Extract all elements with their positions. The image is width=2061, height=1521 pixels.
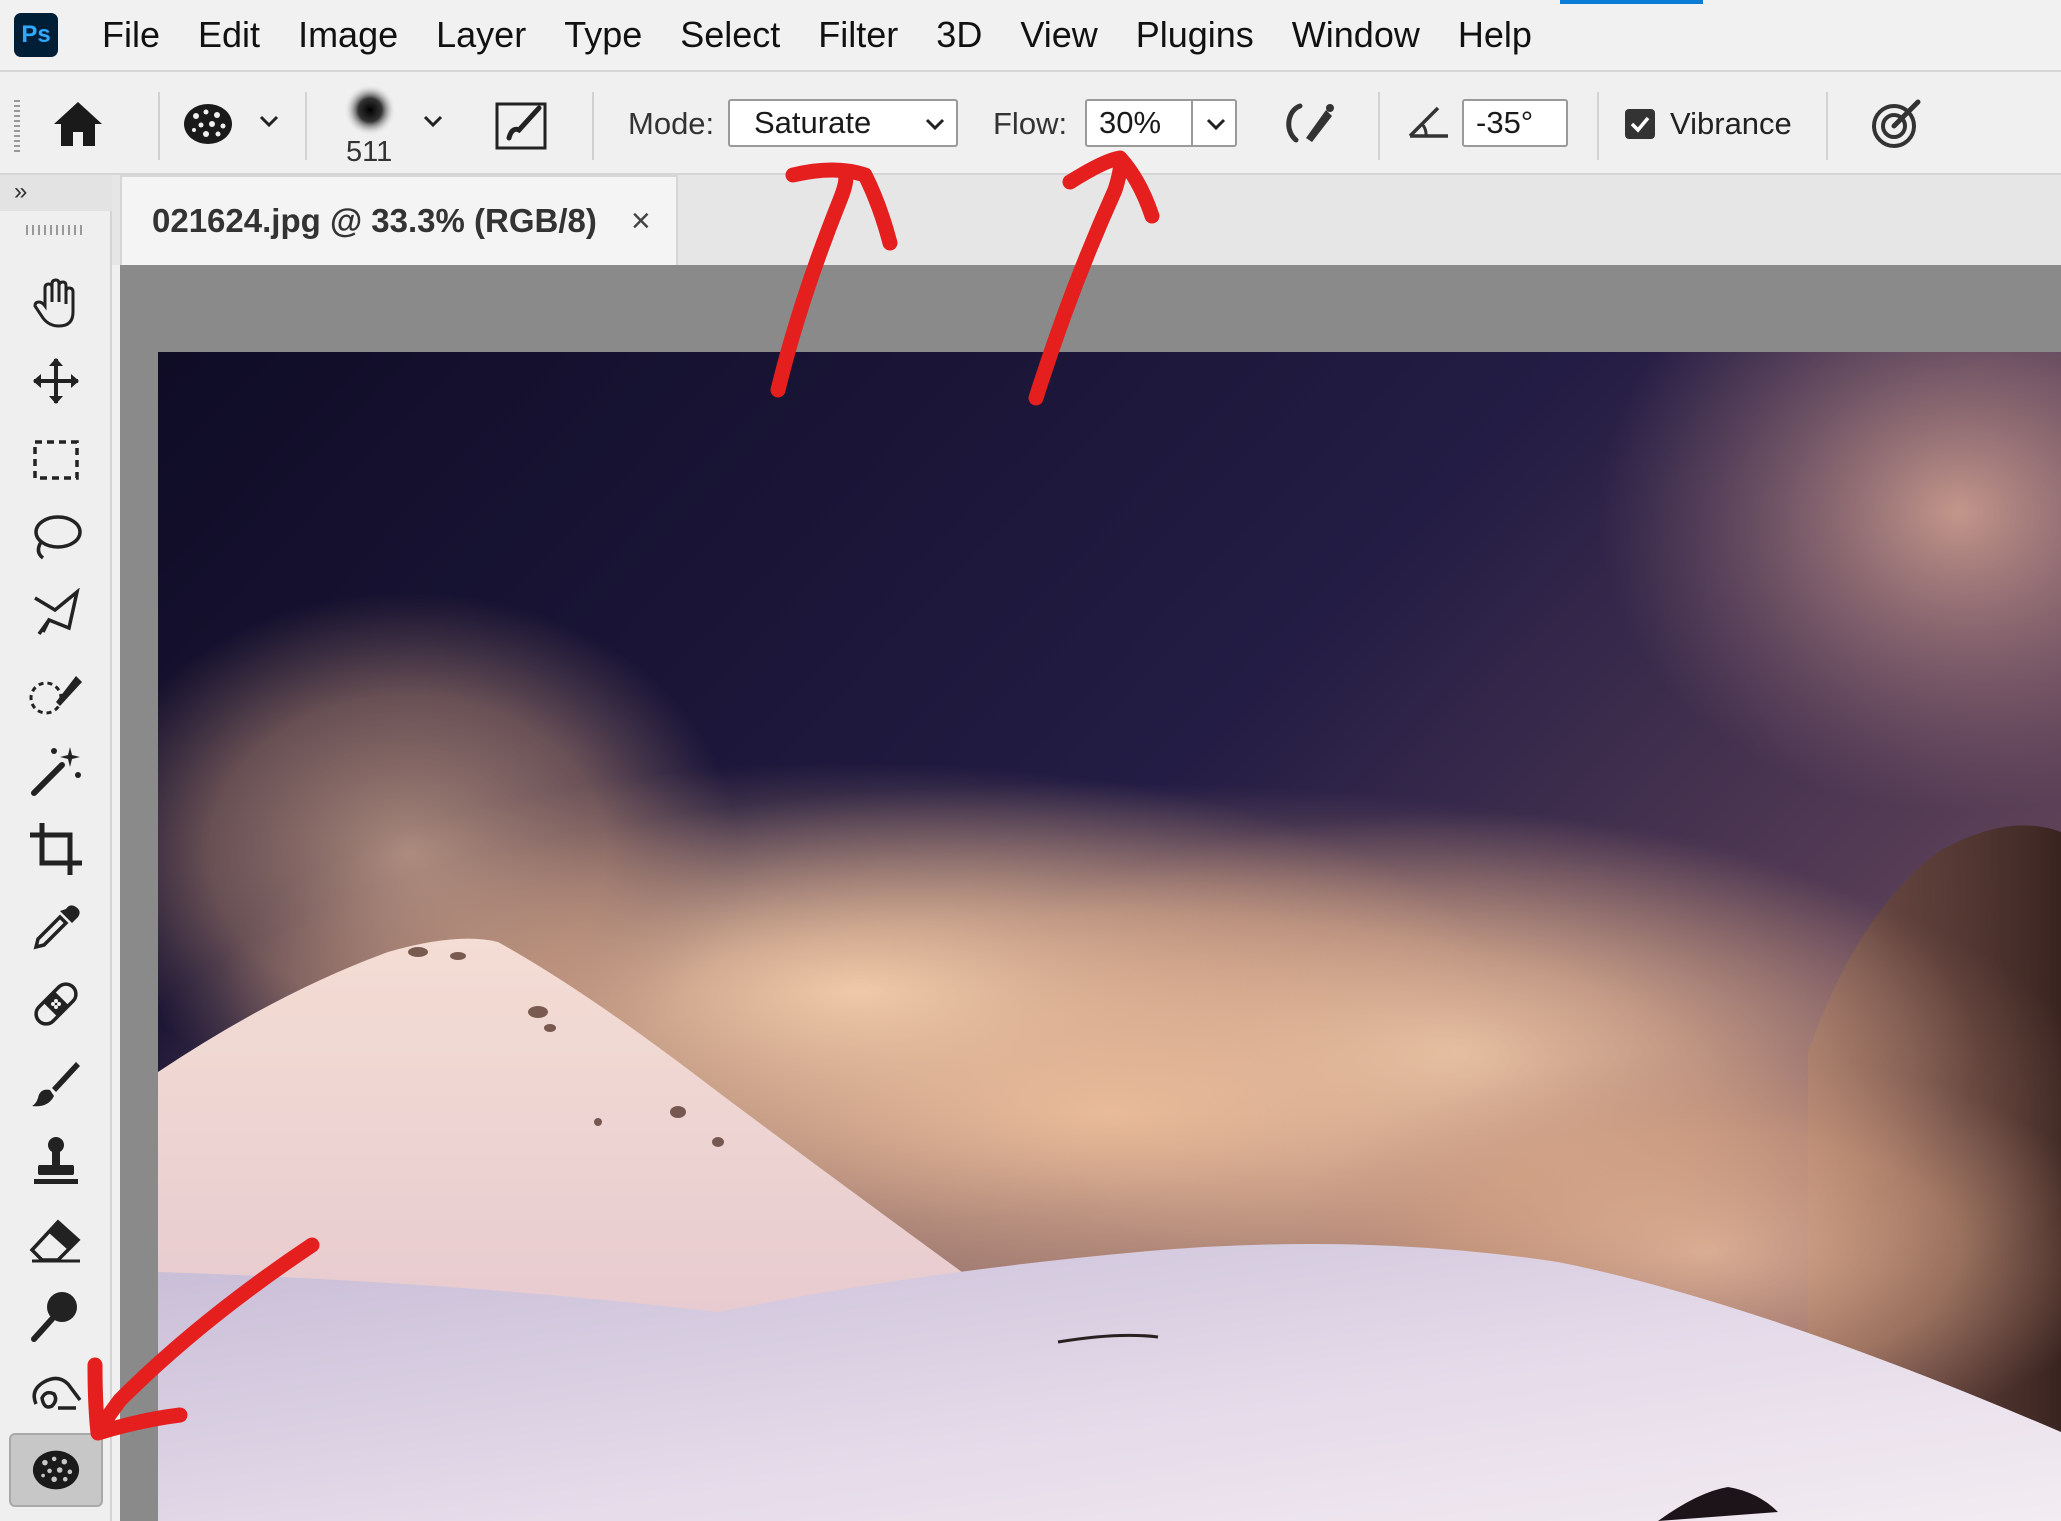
airbrush-icon[interactable] — [1280, 100, 1338, 151]
crop-icon[interactable] — [20, 813, 92, 885]
photoshop-logo[interactable]: Ps — [14, 13, 58, 57]
magic-wand-icon[interactable] — [20, 735, 92, 807]
options-bar-grip[interactable] — [14, 100, 20, 152]
menu-file[interactable]: File — [102, 14, 160, 56]
eyedropper-icon[interactable] — [20, 891, 92, 963]
angle-icon[interactable] — [1406, 104, 1452, 145]
mode-dropdown[interactable]: Saturate — [728, 99, 958, 147]
document-tab[interactable]: 021624.jpg @ 33.3% (RGB/8) × — [120, 175, 678, 265]
document-tab-title: 021624.jpg @ 33.3% (RGB/8) — [152, 202, 597, 239]
clone-stamp-icon[interactable] — [20, 1125, 92, 1197]
brush-size-value: 511 — [346, 136, 393, 168]
menu-window[interactable]: Window — [1292, 14, 1420, 56]
collapse-panel-button[interactable]: » — [0, 175, 112, 211]
document-tab-bar: 021624.jpg @ 33.3% (RGB/8) × — [112, 175, 2061, 265]
brush-preview-icon[interactable] — [342, 82, 398, 143]
mode-value: Saturate — [754, 105, 872, 140]
pressure-icon[interactable] — [1870, 96, 1924, 155]
chevron-down-icon — [1206, 118, 1226, 131]
menu-view[interactable]: View — [1020, 14, 1097, 56]
smudge-icon[interactable] — [20, 1359, 92, 1431]
flow-field[interactable]: 30% — [1085, 99, 1237, 147]
options-bar: 511 Mode: Saturate Flow: 30% -35° Vibran… — [0, 72, 2061, 175]
menu-3d[interactable]: 3D — [936, 14, 982, 56]
separator — [1597, 92, 1599, 160]
chevron-down-icon[interactable] — [422, 114, 444, 135]
move-icon[interactable] — [20, 345, 92, 417]
quick-selection-icon[interactable] — [20, 657, 92, 729]
vibrance-label[interactable]: Vibrance — [1670, 106, 1792, 142]
image-canvas[interactable] — [158, 352, 2061, 1521]
hand-icon[interactable] — [20, 267, 92, 339]
mountain-photo — [158, 352, 2061, 1521]
separator — [1826, 92, 1828, 160]
home-icon[interactable] — [50, 98, 106, 155]
separator — [1378, 92, 1380, 160]
vibrance-checkbox[interactable] — [1625, 109, 1655, 139]
chevron-down-icon[interactable] — [258, 114, 280, 135]
flow-label: Flow: — [993, 106, 1068, 141]
flow-divider — [1191, 101, 1193, 145]
tools-panel-grip[interactable] — [26, 225, 86, 235]
brush-icon[interactable] — [20, 1046, 92, 1118]
close-icon[interactable]: × — [631, 202, 651, 241]
checkmark-icon — [1630, 116, 1650, 133]
sponge-icon — [32, 1450, 80, 1490]
menu-plugins[interactable]: Plugins — [1136, 14, 1254, 56]
separator — [592, 92, 594, 160]
menu-edit[interactable]: Edit — [198, 14, 260, 56]
menu-select[interactable]: Select — [680, 14, 780, 56]
separator — [305, 92, 307, 160]
menu-image[interactable]: Image — [298, 14, 398, 56]
polygonal-lasso-icon[interactable] — [20, 579, 92, 651]
brush-settings-icon[interactable] — [495, 100, 549, 155]
lasso-icon[interactable] — [20, 501, 92, 573]
dodge-icon[interactable] — [20, 1280, 92, 1352]
sponge-icon[interactable] — [180, 98, 236, 155]
healing-brush-icon[interactable] — [20, 968, 92, 1040]
rectangular-marquee-icon[interactable] — [20, 424, 92, 496]
tools-panel: » — [0, 175, 112, 1521]
sponge-tool-button[interactable] — [9, 1433, 103, 1507]
menu-filter[interactable]: Filter — [818, 14, 898, 56]
menu-layer[interactable]: Layer — [436, 14, 526, 56]
mode-label: Mode: — [628, 106, 715, 141]
title-accent-line — [1560, 0, 1703, 4]
angle-value[interactable]: -35° — [1476, 105, 1533, 141]
menu-bar: Ps File Edit Image Layer Type Select Fil… — [0, 0, 2061, 72]
separator — [158, 92, 160, 160]
chevron-down-icon — [925, 118, 945, 131]
flow-value[interactable]: 30% — [1099, 105, 1161, 141]
menu-help[interactable]: Help — [1458, 14, 1532, 56]
menu-type[interactable]: Type — [564, 14, 642, 56]
eraser-icon[interactable] — [20, 1203, 92, 1275]
angle-field[interactable]: -35° — [1462, 99, 1568, 147]
